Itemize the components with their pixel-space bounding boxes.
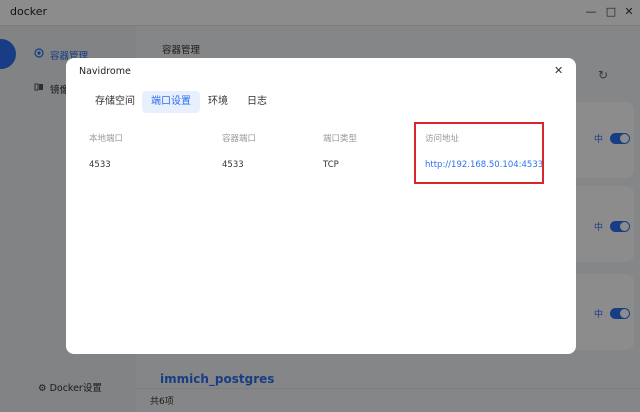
tab-storage[interactable]: 存储空间	[84, 91, 146, 113]
column-header-container-port: 容器端口	[222, 134, 257, 144]
port-type-value: TCP	[323, 160, 339, 170]
modal-title: Navidrome	[79, 66, 131, 77]
container-detail-modal: Navidrome ✕ 存储空间 端口设置 环境 日志 本地端口 容器端口 端口…	[66, 58, 576, 354]
column-header-port-type: 端口类型	[323, 134, 358, 144]
local-port-value: 4533	[89, 160, 111, 170]
container-port-value: 4533	[222, 160, 244, 170]
highlight-box	[414, 122, 544, 184]
close-icon[interactable]: ✕	[554, 64, 563, 77]
tab-logs[interactable]: 日志	[240, 91, 274, 113]
tab-ports[interactable]: 端口设置	[142, 91, 200, 113]
tab-environment[interactable]: 环境	[202, 91, 234, 113]
column-header-local-port: 本地端口	[89, 134, 124, 144]
